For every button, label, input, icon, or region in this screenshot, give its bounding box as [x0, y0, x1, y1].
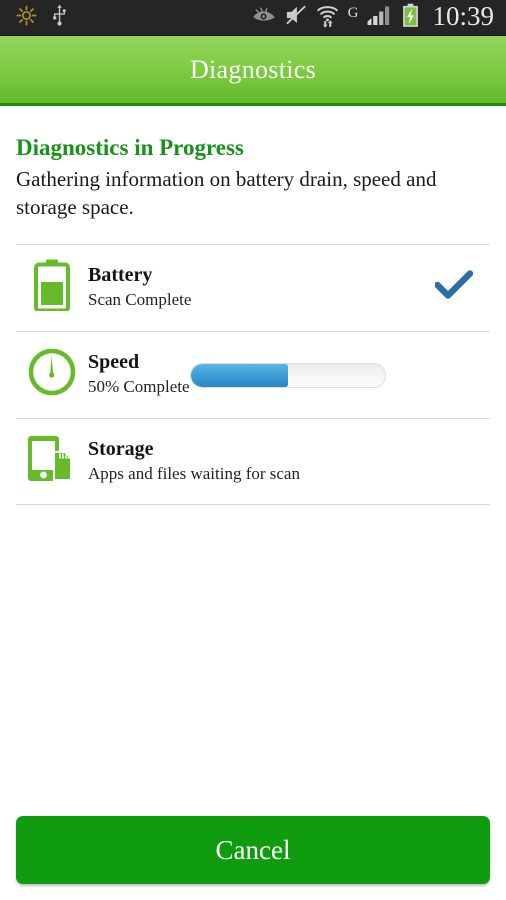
storage-phone-sdcard-icon — [26, 434, 78, 489]
cellular-signal-icon — [367, 5, 393, 31]
speedometer-icon-wrap — [16, 347, 88, 402]
status-bar[interactable]: G 10:39 — [0, 0, 506, 36]
scan-item-status: Scan Complete — [88, 290, 192, 310]
network-type-label: G — [347, 5, 359, 21]
scan-item-battery[interactable]: Battery Scan Complete — [16, 243, 490, 331]
section-description: Gathering information on battery drain, … — [16, 167, 437, 220]
battery-icon-wrap — [16, 259, 88, 316]
status-bar-clock: 10:39 — [432, 1, 494, 31]
eye-care-icon — [252, 6, 276, 29]
scan-item-storage[interactable]: Storage Apps and files waiting for scan — [16, 417, 490, 505]
status-bar-left-icons — [0, 4, 68, 31]
wifi-transfer-icon — [316, 3, 339, 33]
battery-text: Battery Scan Complete — [88, 264, 418, 311]
scan-items-list: Battery Scan Complete Speed 50% Complete… — [0, 243, 506, 505]
scan-item-title: Storage — [88, 437, 154, 460]
cancel-button-label: Cancel — [215, 834, 291, 865]
sound-muted-icon — [285, 5, 307, 30]
scan-item-speed[interactable]: Speed 50% Complete — [16, 330, 490, 418]
battery-complete-check-wrap — [418, 270, 490, 305]
speed-progress-fill — [191, 364, 288, 388]
page-title: Diagnostics — [189, 54, 317, 84]
scan-item-status: Apps and files waiting for scan — [88, 463, 300, 483]
speedometer-icon — [27, 347, 77, 402]
brightness-sun-icon — [16, 5, 37, 31]
usb-icon — [51, 4, 68, 31]
cancel-button[interactable]: Cancel — [16, 816, 490, 884]
storage-text: Storage Apps and files waiting for scan — [88, 438, 418, 485]
storage-icon-wrap — [16, 434, 88, 489]
checkmark-icon — [434, 270, 474, 305]
speed-progress-bar — [190, 363, 386, 389]
battery-charging-icon — [402, 3, 419, 33]
scan-item-title: Battery — [88, 264, 153, 287]
status-bar-right-icons: G 10:39 — [252, 3, 506, 33]
app-title-bar: Diagnostics — [0, 36, 506, 106]
section-heading: Diagnostics in Progress — [16, 135, 244, 160]
speed-text: Speed 50% Complete — [88, 351, 418, 398]
main-content: Diagnostics in Progress Gathering inform… — [0, 109, 506, 505]
battery-icon — [33, 259, 71, 316]
